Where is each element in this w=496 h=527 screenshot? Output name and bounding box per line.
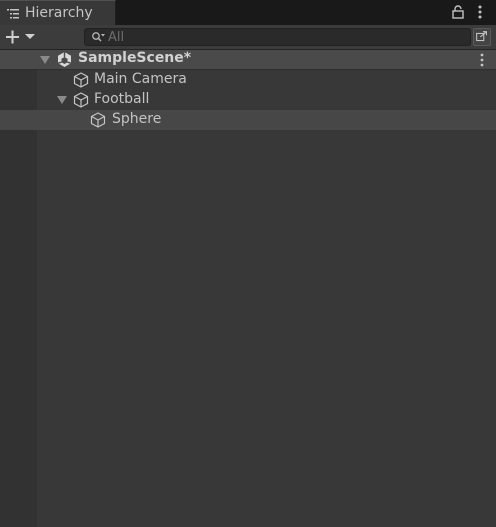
fold-arrow-icon[interactable]: [57, 96, 67, 104]
search-icon: [92, 32, 105, 42]
hierarchy-item-sphere[interactable]: Sphere: [0, 110, 496, 130]
fold-arrow-icon[interactable]: [40, 56, 50, 64]
tab-hierarchy[interactable]: Hierarchy: [0, 0, 116, 25]
hierarchy-item-label: Football: [94, 91, 150, 107]
hierarchy-item-main-camera[interactable]: Main Camera: [0, 70, 496, 90]
hierarchy-toolbar: [0, 25, 496, 50]
gameobject-cube-icon: [73, 72, 89, 88]
unity-scene-icon: [57, 52, 72, 67]
hierarchy-item-label: Sphere: [112, 111, 162, 127]
scene-row[interactable]: SampleScene*: [0, 50, 496, 70]
tab-title: Hierarchy: [25, 5, 93, 21]
scene-visibility-icon[interactable]: [473, 28, 491, 46]
lock-icon[interactable]: [452, 5, 464, 19]
scene-kebab-menu-icon[interactable]: [478, 53, 486, 67]
tab-bar: Hierarchy: [0, 0, 496, 25]
list-icon: [7, 9, 19, 19]
search-input[interactable]: [108, 29, 448, 45]
plus-dropdown-icon[interactable]: [2, 26, 38, 48]
scene-name: SampleScene*: [78, 50, 192, 66]
search-field[interactable]: [84, 28, 471, 46]
hierarchy-item-football[interactable]: Football: [0, 90, 496, 110]
kebab-menu-icon[interactable]: [475, 4, 485, 20]
gameobject-cube-icon: [73, 92, 89, 108]
gameobject-cube-icon: [90, 112, 106, 128]
hierarchy-item-label: Main Camera: [94, 71, 187, 87]
